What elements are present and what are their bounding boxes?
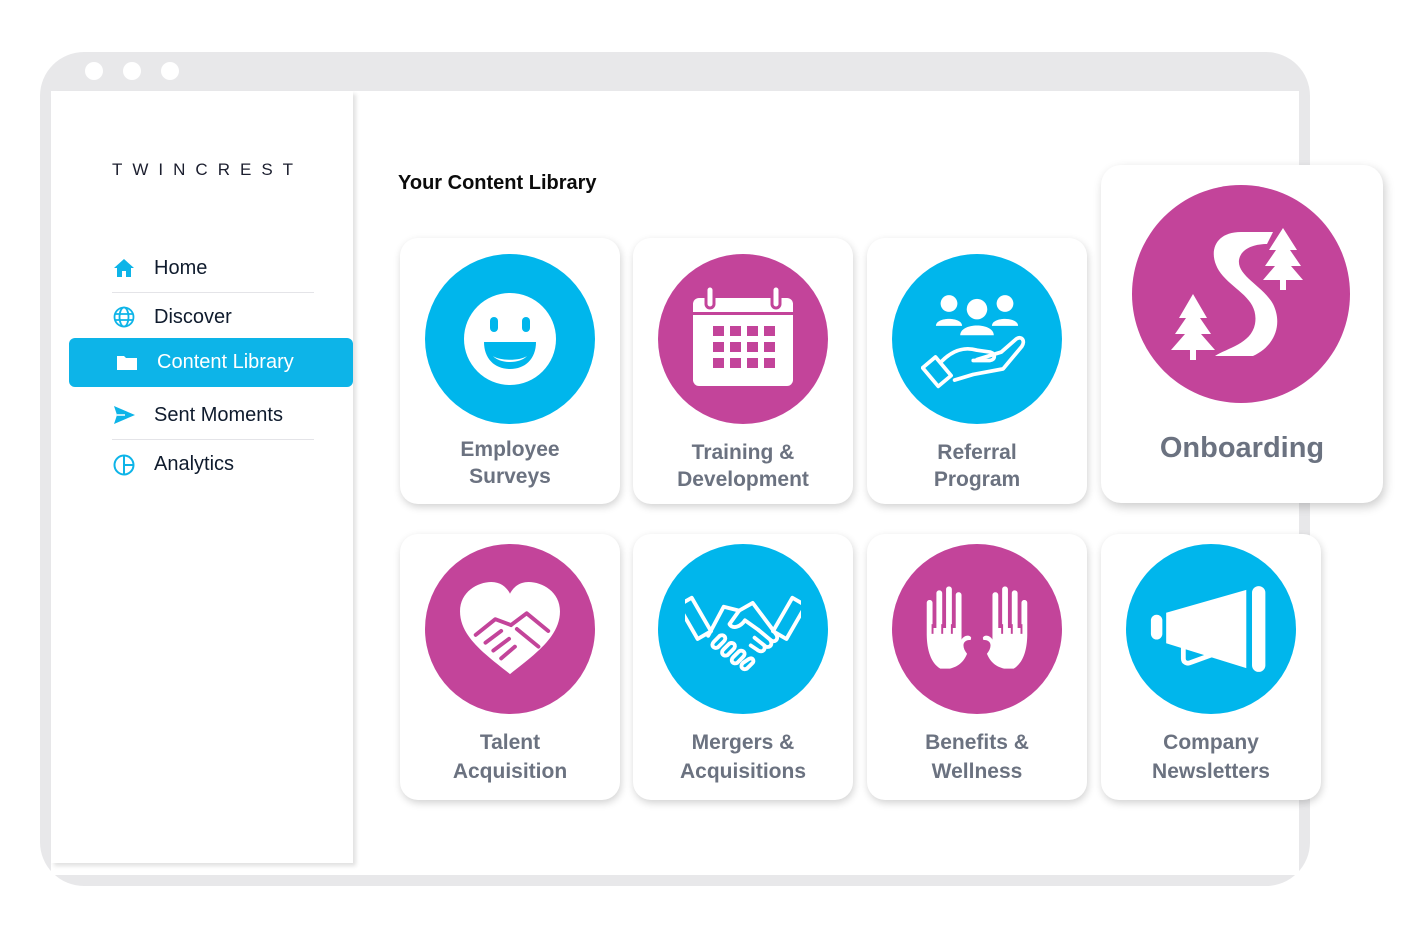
- card-benefits-wellness[interactable]: Benefits & Wellness: [867, 534, 1087, 800]
- smiley-face-icon: [425, 254, 595, 424]
- window-dot-1: [85, 62, 103, 80]
- sidebar-item-label: Analytics: [154, 453, 235, 475]
- card-onboarding[interactable]: Onboarding: [1101, 165, 1383, 503]
- people-in-hand-icon: [892, 254, 1062, 424]
- sidebar-item-label: Home: [154, 256, 208, 279]
- card-referral-program[interactable]: Referral Program: [867, 238, 1087, 504]
- card-label: Referral Program: [933, 441, 1021, 491]
- card-label: Onboarding: [1159, 432, 1325, 464]
- card-employee-surveys[interactable]: Employee Surveys: [400, 238, 620, 504]
- pie-chart-icon: [112, 453, 136, 477]
- calendar-icon: [658, 254, 828, 424]
- sidebar-item-label: Sent Moments: [154, 403, 283, 426]
- heart-handshake-icon: [425, 544, 595, 714]
- card-label: Training & Development: [677, 441, 809, 491]
- card-label: Company Newsletters: [1152, 731, 1270, 783]
- megaphone-icon: [1126, 544, 1296, 714]
- sidebar-item-label: Content Library: [157, 351, 294, 373]
- sidebar-item-analytics[interactable]: Analytics: [112, 440, 314, 489]
- sidebar-item-content-library[interactable]: Content Library: [69, 338, 353, 387]
- card-mergers-acquisitions[interactable]: Mergers & Acquisitions: [633, 534, 853, 800]
- home-icon: [112, 256, 136, 280]
- winding-road-trees-icon: [1132, 185, 1350, 403]
- card-label: Mergers & Acquisitions: [679, 731, 806, 783]
- page-title: Your Content Library: [398, 172, 597, 194]
- card-talent-acquisition[interactable]: Talent Acquisition: [400, 534, 620, 800]
- card-company-newsletters[interactable]: Company Newsletters: [1101, 534, 1321, 800]
- sidebar-item-discover[interactable]: Discover: [112, 293, 314, 342]
- brand-logo: TWINCREST: [112, 160, 304, 179]
- handshake-icon: [658, 544, 828, 714]
- sidebar-item-label: Discover: [154, 305, 232, 328]
- card-label: Benefits & Wellness: [925, 731, 1029, 783]
- window-dot-3: [161, 62, 179, 80]
- card-training-development[interactable]: Training & Development: [633, 238, 853, 504]
- sidebar-item-home[interactable]: Home: [112, 244, 314, 293]
- folder-icon: [115, 351, 139, 375]
- hands-heart-icon: [892, 544, 1062, 714]
- card-label: Employee Surveys: [460, 438, 560, 488]
- sidebar-item-sent-moments[interactable]: Sent Moments: [112, 391, 314, 440]
- send-icon: [112, 403, 136, 427]
- card-label: Talent Acquisition: [452, 731, 568, 783]
- globe-icon: [112, 305, 136, 329]
- window-dot-2: [123, 62, 141, 80]
